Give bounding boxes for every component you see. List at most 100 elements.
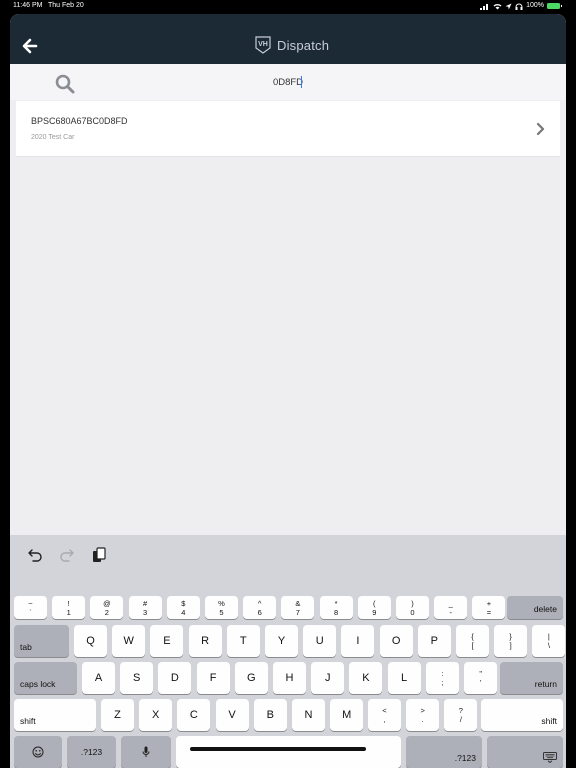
- key-r[interactable]: R: [188, 625, 222, 657]
- numbers-key-right[interactable]: .?123: [406, 736, 482, 768]
- key-punct-1[interactable]: " ': [464, 662, 498, 694]
- key-n[interactable]: N: [292, 699, 325, 731]
- home-indicator[interactable]: [190, 747, 366, 751]
- redo-icon[interactable]: [59, 547, 75, 563]
- key-o[interactable]: O: [379, 625, 413, 657]
- key-y[interactable]: Y: [265, 625, 298, 657]
- chevron-right-icon: [536, 122, 545, 136]
- key-8[interactable]: * 8: [319, 596, 353, 619]
- key-w[interactable]: W: [112, 625, 146, 657]
- key-5[interactable]: % 5: [205, 596, 238, 619]
- key-f[interactable]: F: [196, 662, 230, 694]
- key-sym-2[interactable]: ? /: [444, 699, 478, 731]
- key-m[interactable]: M: [330, 699, 364, 731]
- key-b[interactable]: B: [253, 699, 287, 731]
- page-title: Dispatch: [277, 37, 330, 53]
- key-q[interactable]: Q: [74, 625, 107, 657]
- key-label: K: [362, 672, 370, 684]
- key-shift-symbol: !: [67, 598, 70, 608]
- hide-keyboard-key[interactable]: [487, 736, 563, 768]
- key-label: .?123: [454, 753, 476, 763]
- numbers-key-left[interactable]: .?123: [67, 736, 116, 768]
- key-label: I: [356, 635, 360, 647]
- key-bracket-1[interactable]: }]: [494, 625, 528, 657]
- key-bracket-0[interactable]: {[: [456, 625, 489, 657]
- key-6[interactable]: ^ 6: [243, 596, 277, 619]
- key-e[interactable]: E: [150, 625, 184, 657]
- key-symbol: /: [459, 715, 462, 724]
- key-s[interactable]: S: [120, 662, 154, 694]
- key-4[interactable]: $4: [166, 596, 200, 619]
- key-label: shift: [20, 716, 36, 726]
- dictation-key[interactable]: [121, 736, 171, 768]
- key-g[interactable]: G: [234, 662, 268, 694]
- battery-icon: [547, 3, 562, 9]
- key-label: X: [152, 709, 160, 721]
- search-icon[interactable]: [54, 73, 76, 95]
- key-k[interactable]: K: [349, 662, 383, 694]
- app-window: VH Dispatch BPSC680A67BC0D8FD 2020 Test …: [10, 14, 566, 768]
- key-shift-symbol: ): [411, 598, 414, 608]
- vh-logo-icon: VH: [255, 36, 271, 54]
- key-0[interactable]: ) 0: [396, 596, 429, 619]
- key-j[interactable]: J: [311, 662, 345, 694]
- key-d[interactable]: D: [158, 662, 192, 694]
- result-list-item[interactable]: BPSC680A67BC0D8FD 2020 Test Car: [16, 101, 560, 157]
- key-h[interactable]: H: [273, 662, 306, 694]
- space-bar[interactable]: [176, 736, 401, 768]
- key-t[interactable]: T: [226, 625, 260, 657]
- key-c[interactable]: C: [177, 699, 211, 731]
- caps-lock-key[interactable]: caps lock: [14, 662, 77, 694]
- back-arrow-icon[interactable]: [22, 38, 38, 54]
- key--[interactable]: _ -: [434, 596, 468, 619]
- key-shift-symbol: %: [218, 598, 225, 608]
- key-v[interactable]: V: [215, 699, 249, 731]
- location-icon: [505, 3, 512, 9]
- keyboard-shortcut-bar: [10, 535, 566, 575]
- shift-key-left[interactable]: shift: [14, 699, 96, 731]
- key-sym-1[interactable]: >.: [406, 699, 440, 731]
- key-label: Q: [86, 635, 95, 647]
- on-screen-keyboard: ~ `! 1 @2 #3 $4% 5 ^ 6 & 7 * 8(9) 0 _ - + = delete tab Q W E R T…: [10, 535, 566, 768]
- key-bracket-2[interactable]: | \: [532, 625, 566, 657]
- key-i[interactable]: I: [341, 625, 375, 657]
- key-2[interactable]: @2: [90, 596, 124, 619]
- key-sym-0[interactable]: <,: [368, 699, 401, 731]
- key-label: V: [228, 709, 236, 721]
- emoji-key[interactable]: [14, 736, 62, 768]
- key-3[interactable]: #3: [128, 596, 162, 619]
- paste-icon[interactable]: [91, 547, 107, 563]
- key-a[interactable]: A: [82, 662, 115, 694]
- search-input[interactable]: [170, 73, 406, 91]
- key-=[interactable]: + =: [472, 596, 506, 619]
- key-1[interactable]: ! 1: [52, 596, 86, 619]
- key-shift-symbol: |: [547, 632, 550, 641]
- key-7[interactable]: & 7: [281, 596, 315, 619]
- key-shift-symbol: ": [479, 669, 483, 678]
- tab-key[interactable]: tab: [14, 625, 69, 657]
- key-symbol: ': [479, 678, 482, 687]
- shift-key-right[interactable]: shift: [481, 699, 563, 731]
- key-p[interactable]: P: [417, 625, 451, 657]
- svg-text:VH: VH: [258, 41, 268, 48]
- key-shift-symbol: >: [420, 706, 425, 715]
- key-shift-symbol: +: [486, 598, 492, 608]
- key-symbol: ;: [441, 678, 444, 687]
- undo-icon[interactable]: [27, 547, 43, 563]
- key-l[interactable]: L: [387, 662, 421, 694]
- return-key[interactable]: return: [500, 662, 563, 694]
- key-x[interactable]: X: [139, 699, 173, 731]
- key-9[interactable]: (9: [357, 596, 391, 619]
- key-u[interactable]: U: [303, 625, 337, 657]
- key-punct-0[interactable]: :;: [426, 662, 459, 694]
- key-label: W: [123, 635, 134, 647]
- delete-key[interactable]: delete: [507, 596, 563, 619]
- key-label: R: [201, 635, 210, 647]
- key-label: .?123: [80, 747, 103, 757]
- key-shift-symbol: #: [143, 598, 148, 608]
- key-shift-symbol: {: [471, 632, 474, 641]
- key-`[interactable]: ~ `: [14, 596, 47, 619]
- key-z[interactable]: Z: [101, 699, 134, 731]
- key-shift-symbol: ~: [28, 598, 33, 608]
- key-label: C: [189, 709, 198, 721]
